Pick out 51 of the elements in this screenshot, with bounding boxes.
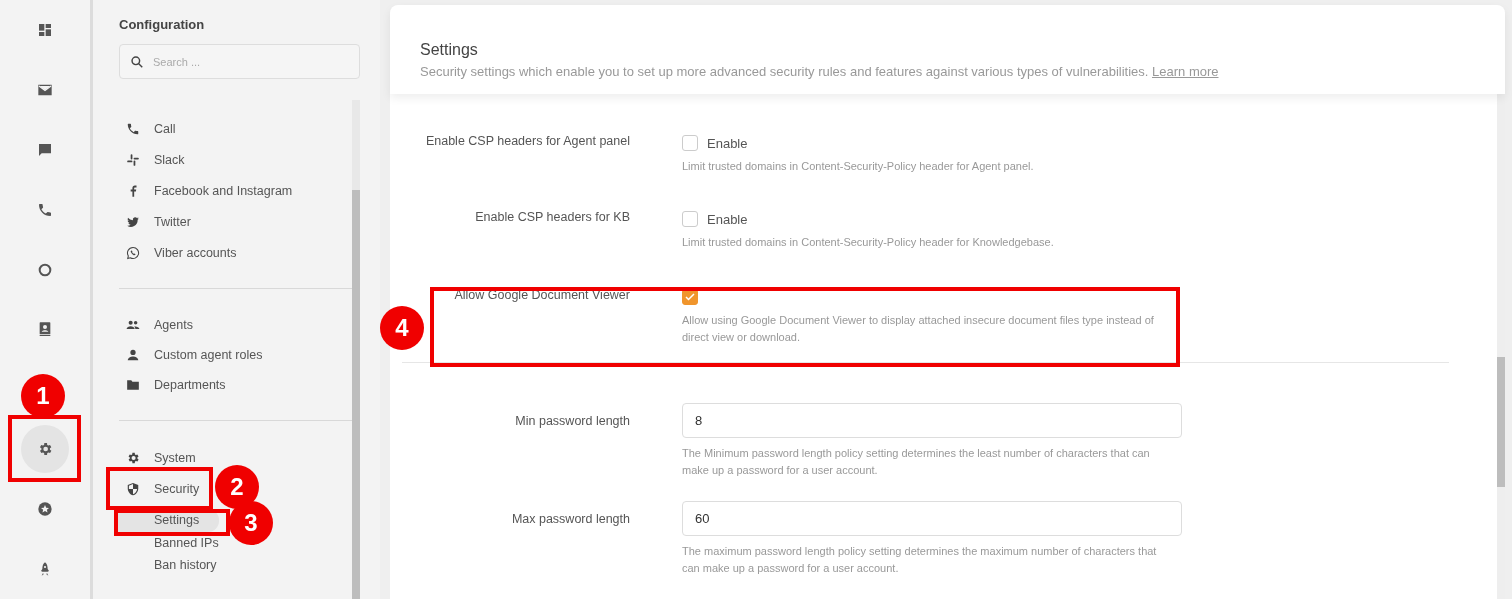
setting-label: Min password length [514,413,630,428]
nav-item[interactable]: System [126,446,196,469]
settings-icon [126,450,140,465]
rail-button[interactable] [21,425,69,474]
setting-hint: The Minimum password length policy setting determines the least number of characters that can make up a password for a user account. [682,446,1151,478]
page-title: Settings [420,41,479,59]
people-icon [126,318,140,332]
step-marker: 4 [380,306,424,350]
nav-item[interactable]: Custom agent roles [126,344,263,366]
nav-subitem[interactable]: Ban history [115,554,217,576]
setting-label: Enable CSP headers for Agent panel [424,134,630,150]
phone-icon [126,121,140,136]
nav-item[interactable]: Viber accounts [126,241,237,264]
search-icon [130,55,144,69]
shield-icon [126,481,140,496]
bird-icon [126,214,140,229]
nav-item[interactable]: Facebook and Instagram [126,179,293,202]
nav-item[interactable]: Twitter [126,210,191,233]
scrollbar[interactable] [352,100,360,599]
folder-icon [126,378,140,392]
scrollbar-thumb[interactable] [1497,357,1505,487]
nav-subitem[interactable]: Banned IPs [115,532,219,554]
panel-title: Configuration [119,17,206,33]
nav-item[interactable]: Call [126,117,176,140]
chat-icon [37,141,53,158]
setting-hint: The maximum password length policy setting determines the maximum number of characters that can make up a password for a user account. [682,544,1158,576]
nav-item[interactable]: Slack [126,148,185,171]
search-field[interactable]: Search ... [119,44,360,79]
page-description: Security settings which enable you to set up more advanced security rules and features against various types of vulnerabilities. Learn more [420,64,1220,79]
setting-hint: Allow using Google Document Viewer to display attached insecure document files type instead of direct view or download. [682,313,1155,345]
nav-item[interactable]: Agents [126,314,193,336]
settings-icon [37,441,53,458]
checkbox[interactable] [682,135,698,151]
donut-icon [37,261,53,278]
nav-item[interactable]: Departments [126,374,226,396]
scrollbar-thumb[interactable] [352,190,360,599]
nav-item[interactable]: Security [126,477,200,500]
setting-hint: Limit trusted domains in Content-Security-Policy header for Knowledgebase. [682,235,1055,250]
phone-icon [37,201,53,218]
input-field[interactable]: 8 [682,403,1182,438]
checkbox[interactable] [682,211,698,227]
input-field[interactable]: 60 [682,501,1182,536]
checkbox-label[interactable]: Enable [707,135,748,151]
setting-label: Max password length [510,511,630,526]
dashboard-icon [37,21,53,38]
scrollbar[interactable] [1497,94,1505,599]
contact-card-icon [37,321,53,338]
checkbox-label[interactable]: Enable [707,211,748,227]
setting-hint: Limit trusted domains in Content-Security-Policy header for Agent panel. [682,159,1035,174]
setting-label: Enable CSP headers for KB [474,210,630,226]
person-icon [126,348,140,362]
